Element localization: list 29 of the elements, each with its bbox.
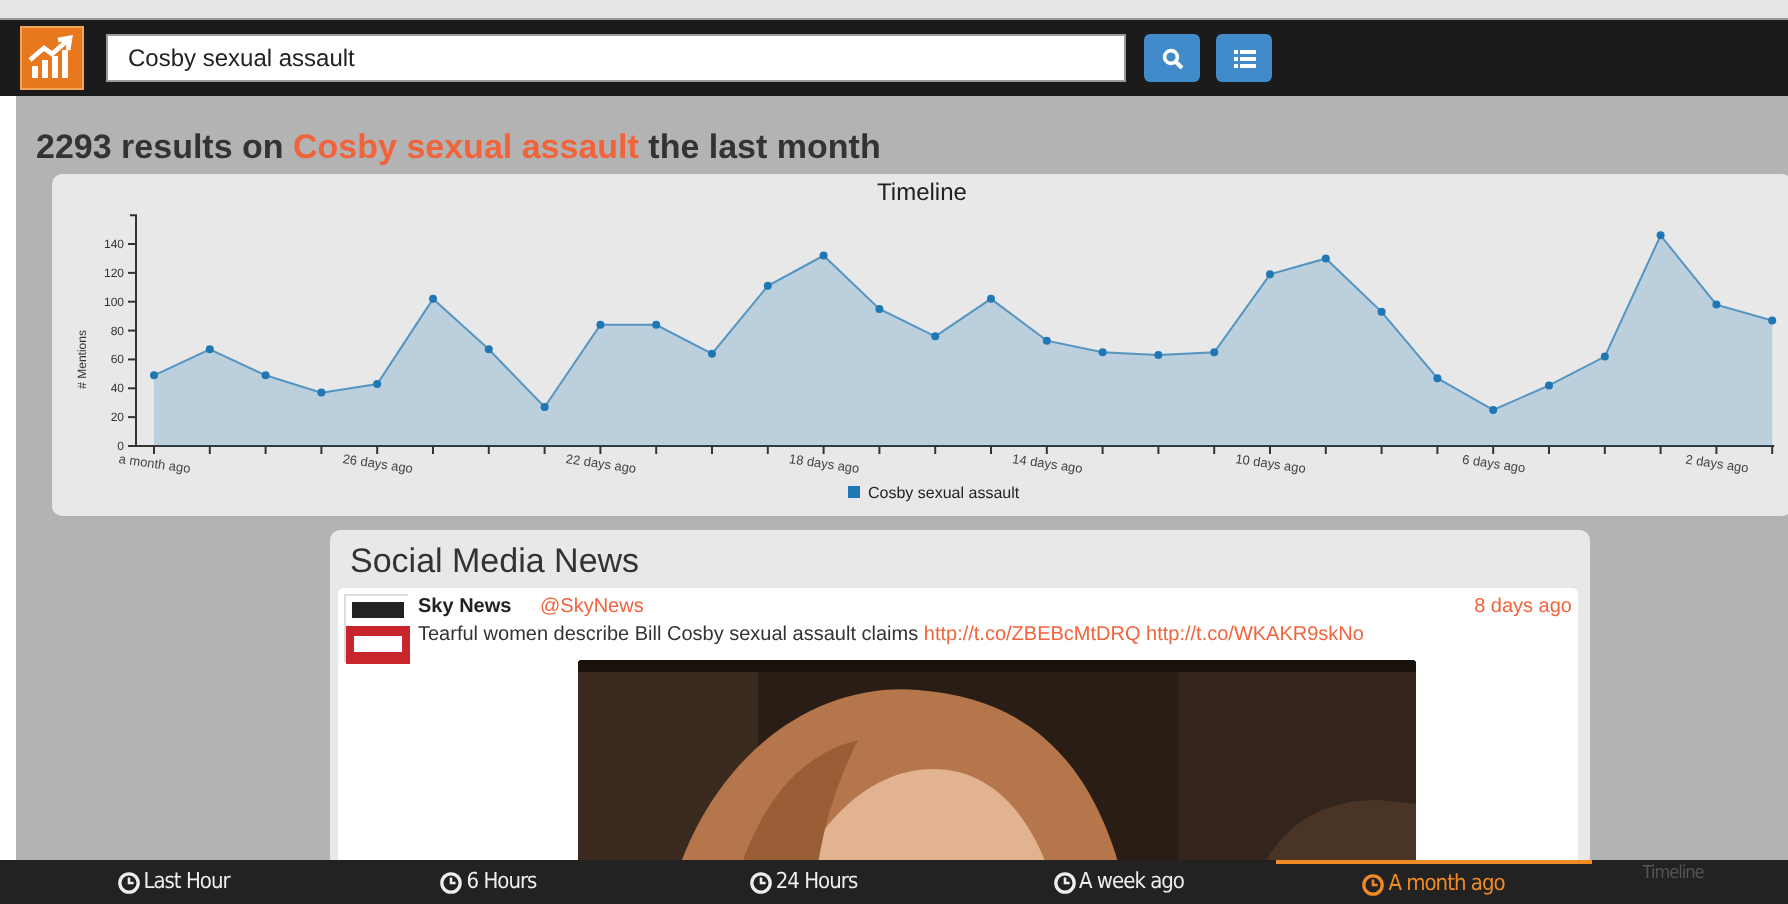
clock-icon — [749, 871, 772, 893]
time-tab[interactable]: 24 Hours — [646, 860, 961, 904]
results-heading: 2293 results on Cosby sexual assault the last month — [36, 126, 881, 170]
time-tab[interactable]: 6 Hours — [331, 860, 646, 904]
post-time[interactable]: 8 days ago — [1474, 592, 1572, 622]
time-tab[interactable]: A week ago — [961, 860, 1276, 904]
legend-swatch — [848, 486, 860, 498]
list-icon — [1233, 49, 1255, 67]
clock-icon — [1053, 871, 1076, 893]
search-field[interactable]: Cosby sexual assault — [106, 34, 1126, 82]
time-tab[interactable]: Last Hour — [16, 860, 331, 904]
post-text: Tearful women describe Bill Cosby sexual assault claims http://t.co/ZBEBcMtDRQ http://t.co/WKAKR9skNo — [418, 622, 1364, 650]
avatar-logo — [344, 594, 408, 662]
time-tab[interactable]: A month ago — [1276, 860, 1591, 904]
clock-icon — [440, 871, 463, 893]
list-button[interactable] — [1216, 34, 1272, 82]
author-name: Sky News — [418, 594, 512, 622]
section-title: Social Media News — [350, 540, 640, 584]
post-link[interactable]: http://t.co/WKAKR9skNo — [1146, 624, 1364, 646]
clock-icon — [117, 871, 140, 893]
app-logo[interactable] — [20, 26, 84, 90]
author-handle[interactable]: @SkyNews — [540, 592, 644, 622]
chart-icon — [26, 34, 78, 82]
legend-label: Cosby sexual assault — [868, 484, 1020, 502]
clock-icon — [1362, 873, 1385, 895]
search-button[interactable] — [1144, 34, 1200, 82]
post-link[interactable]: http://t.co/ZBEBcMtDRQ — [923, 624, 1141, 646]
chart-title: Timeline — [877, 178, 967, 206]
search-icon — [1161, 47, 1183, 69]
